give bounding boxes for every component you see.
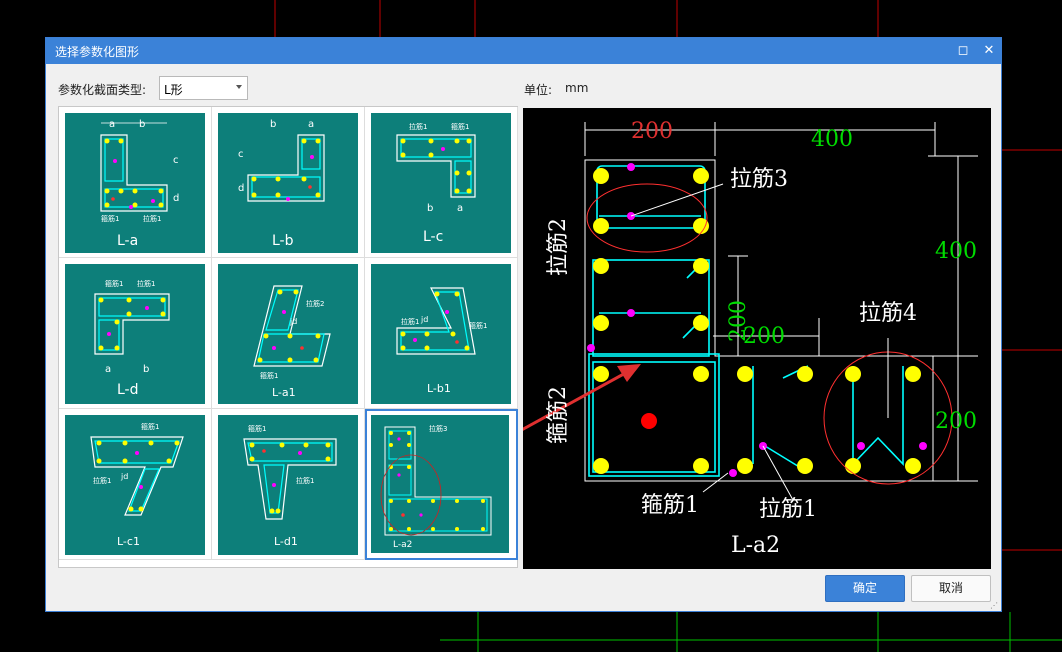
shape-l-b1-image: jd 拉筋1 箍筋1 L-b1 (371, 264, 511, 404)
shape-l-c-image: 拉筋1 箍筋1 b a L-c (371, 113, 511, 253)
thumb-label: L-a1 (272, 386, 296, 399)
label-tie1: 拉筋1 (759, 497, 817, 522)
dim-top-left: 200 (631, 119, 673, 144)
shape-l-d1-image: 箍筋1 拉筋1 L-d1 (218, 415, 358, 555)
svg-text:箍筋1: 箍筋1 (248, 424, 266, 433)
select-parametric-shape-dialog: 选择参数化图形 ◻ ✕ 参数化截面类型: L形 单位: mm a b c d 箍… (45, 37, 1002, 612)
svg-text:jd: jd (420, 315, 428, 324)
svg-text:jd: jd (289, 317, 297, 326)
svg-text:箍筋1: 箍筋1 (451, 122, 469, 131)
dim-right-lower: 200 (935, 409, 977, 434)
svg-text:拉筋1: 拉筋1 (137, 279, 155, 288)
label-tie2: 拉筋2 (546, 218, 571, 276)
svg-text:b: b (270, 119, 276, 130)
shape-gallery: a b c d 箍筋1 拉筋1 L-a b a c d L-b 拉筋1 箍筋1 … (58, 106, 518, 568)
label-tie4: 拉筋4 (859, 301, 917, 326)
svg-text:a: a (308, 119, 314, 130)
shape-l-b-image: b a c d L-b (218, 113, 358, 253)
shape-l-a1-image: jd 拉筋2 箍筋1 L-a1 (218, 264, 358, 404)
shape-thumbnail-l-d[interactable]: 箍筋1 拉筋1 a b L-d (59, 258, 212, 409)
maximize-icon[interactable]: ◻ (953, 41, 973, 61)
shape-l-a-image: a b c d 箍筋1 拉筋1 L-a (65, 113, 205, 253)
dialog-title: 选择参数化图形 (55, 45, 140, 59)
close-icon[interactable]: ✕ (979, 41, 999, 61)
svg-text:拉筋1: 拉筋1 (401, 317, 419, 326)
svg-text:拉筋1: 拉筋1 (296, 476, 314, 485)
shape-l-d-image: 箍筋1 拉筋1 a b L-d (65, 264, 205, 404)
section-type-value: L形 (164, 83, 183, 97)
section-type-label: 参数化截面类型: (58, 83, 147, 97)
svg-text:b: b (427, 203, 433, 214)
thumb-label: L-b1 (427, 382, 451, 395)
svg-text:箍筋1: 箍筋1 (260, 371, 278, 380)
svg-text:拉筋1: 拉筋1 (93, 476, 111, 485)
thumb-label: L-d1 (274, 535, 298, 548)
thumb-stirrup1: 箍筋1 (101, 214, 119, 223)
shape-thumbnail-l-a[interactable]: a b c d 箍筋1 拉筋1 L-a (59, 107, 212, 258)
preview-title: L-a2 (731, 533, 780, 558)
thumb-label: L-a2 (393, 540, 412, 550)
dim-b: b (139, 119, 145, 130)
svg-text:拉筋2: 拉筋2 (306, 299, 324, 308)
shape-thumbnail-l-b1[interactable]: jd 拉筋1 箍筋1 L-b1 (365, 258, 518, 409)
thumb-label: L-d (117, 382, 139, 398)
svg-text:d: d (238, 183, 244, 194)
label-stirrup1: 箍筋1 (641, 493, 699, 518)
svg-text:jd: jd (120, 472, 128, 481)
ok-button[interactable]: 确定 (825, 575, 905, 602)
dim-d: d (173, 193, 179, 204)
dim-top-right: 400 (811, 127, 853, 152)
thumb-label: L-a (117, 233, 138, 249)
label-stirrup2: 箍筋2 (546, 386, 571, 444)
thumb-label: L-c (423, 229, 443, 245)
dialog-titlebar: 选择参数化图形 ◻ ✕ (46, 38, 1001, 64)
shape-thumbnail-l-c[interactable]: 拉筋1 箍筋1 b a L-c (365, 107, 518, 258)
unit-value: mm (565, 81, 589, 95)
dim-a: a (109, 119, 115, 130)
section-type-select[interactable]: L形 (159, 76, 248, 100)
shape-preview-drawing: 200 400 400 200 200 200 拉筋3 拉筋2 拉筋4 箍筋2 … (442, 108, 991, 571)
svg-text:箍筋1: 箍筋1 (105, 279, 123, 288)
shape-thumbnail-l-d1[interactable]: 箍筋1 拉筋1 L-d1 (212, 409, 365, 560)
svg-text:拉筋3: 拉筋3 (429, 424, 447, 433)
unit-label: 单位: (524, 83, 553, 97)
dim-right-upper: 400 (935, 239, 977, 264)
svg-text:箍筋1: 箍筋1 (141, 422, 159, 431)
thumb-label: L-c1 (117, 535, 140, 548)
svg-text:a: a (457, 203, 463, 214)
shape-l-c1-image: 箍筋1 拉筋1 jd L-c1 (65, 415, 205, 555)
thumb-label: L-b (272, 233, 294, 249)
svg-text:a: a (105, 364, 111, 375)
thumb-tie1: 拉筋1 (143, 214, 161, 223)
shape-thumbnail-l-a2[interactable]: 拉筋3 L-a2 (365, 409, 518, 560)
dim-inner-horizontal: 200 (743, 324, 785, 349)
svg-text:c: c (238, 149, 244, 160)
dim-c: c (173, 155, 179, 166)
shape-l-a2-image: 拉筋3 L-a2 (371, 415, 509, 553)
svg-text:b: b (143, 364, 149, 375)
svg-text:拉筋1: 拉筋1 (409, 122, 427, 131)
resize-grip-icon[interactable]: ⋰ (990, 601, 1000, 611)
cancel-button[interactable]: 取消 (911, 575, 991, 602)
shape-thumbnail-l-c1[interactable]: 箍筋1 拉筋1 jd L-c1 (59, 409, 212, 560)
label-tie3: 拉筋3 (730, 167, 788, 192)
shape-preview: 200 400 400 200 200 200 拉筋3 拉筋2 拉筋4 箍筋2 … (442, 108, 991, 571)
shape-thumbnail-l-a1[interactable]: jd 拉筋2 箍筋1 L-a1 (212, 258, 365, 409)
svg-text:箍筋1: 箍筋1 (469, 321, 487, 330)
shape-thumbnail-l-b[interactable]: b a c d L-b (212, 107, 365, 258)
chevron-down-icon (236, 85, 242, 89)
